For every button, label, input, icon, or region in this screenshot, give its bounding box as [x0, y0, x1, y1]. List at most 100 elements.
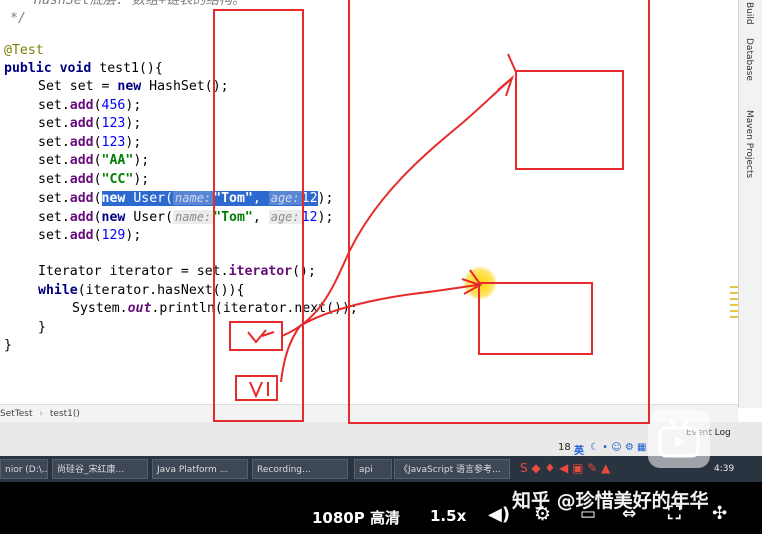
add-method: add — [69, 228, 94, 243]
keyword-public-void: public void — [4, 61, 92, 76]
fullscreen-icon[interactable]: ✣ — [712, 503, 727, 524]
keyword-new: new — [101, 210, 126, 225]
selected-text[interactable]: new User(name: "Tom", age: 12 — [101, 191, 318, 206]
param-hint-age: age: — [268, 210, 302, 224]
add-prefix: set. — [38, 228, 70, 243]
add-method: add — [69, 135, 94, 150]
value-129: 129 — [101, 228, 126, 243]
tool-maven[interactable]: Maven Projects — [744, 110, 754, 178]
tool-window-strip: Build Database Maven Projects — [738, 0, 762, 408]
keyword-while: while — [38, 283, 78, 298]
method-name: test1(){ — [91, 61, 163, 76]
comment-text: HashSet底层: 数组+链表的结构。 — [34, 0, 246, 8]
param-hint-age: age: — [268, 191, 302, 205]
task-item-6[interactable]: 《JavaScript 语言参考... — [394, 459, 510, 479]
code-line-add-user: set.add(new User(name: "Tom", age: 12); — [38, 210, 334, 225]
code-line-while: while(iterator.hasNext()){ — [38, 282, 244, 300]
task-item-4[interactable]: Recording... — [252, 459, 348, 479]
tool-build[interactable]: Build — [744, 2, 754, 25]
code-line-add-123a: set.add(123); — [38, 116, 142, 131]
add-prefix: set. — [38, 191, 70, 206]
ime-indicator[interactable]: 英 — [574, 442, 584, 457]
set-decl-text: Set set = — [38, 79, 118, 94]
code-line-add-user-selected: set.add(new User(name: "Tom", age: 12); — [38, 191, 334, 206]
value-123: 123 — [101, 135, 126, 150]
moon-icon: ☾ • ☺ ⚙ ▦ — [590, 442, 647, 453]
volume-icon[interactable]: ◀) — [488, 504, 510, 525]
add-method: add — [69, 210, 94, 225]
task-item-1[interactable]: nior (D:\... — [0, 459, 48, 479]
tray-number: 18 — [558, 442, 571, 453]
cursor-highlight — [463, 266, 497, 300]
user-ctor: User( — [125, 191, 174, 206]
add-prefix: set. — [38, 172, 70, 187]
code-line-brace-outer: } — [4, 337, 12, 355]
value-tom: "Tom" — [213, 191, 253, 206]
value-aa: "AA" — [101, 153, 134, 168]
breadcrumb: SetTest › test1() — [0, 404, 738, 423]
add-method: add — [69, 172, 94, 187]
code-editor[interactable]: HashSet底层: 数组+链表的结构。 */ @Test public voi… — [0, 0, 738, 408]
keyword-new: new — [101, 191, 126, 206]
breadcrumb-separator: › — [39, 409, 43, 419]
value-456: 456 — [101, 98, 126, 113]
breadcrumb-method[interactable]: test1() — [50, 409, 80, 419]
brace: } — [38, 320, 46, 335]
println-call: .println(iterator.next()); — [151, 301, 358, 316]
keyword-new: new — [117, 79, 142, 94]
code-line-println: System.out.println(iterator.next()); — [72, 300, 358, 318]
bilibili-logo — [648, 410, 710, 468]
add-method: add — [69, 98, 94, 113]
add-prefix: set. — [38, 116, 70, 131]
breadcrumb-class[interactable]: SetTest — [0, 409, 33, 419]
clock: 4:39 — [714, 464, 735, 474]
code-line-comment-end: */ — [10, 10, 26, 28]
scroll-markers[interactable] — [730, 286, 738, 322]
system-text: System. — [72, 301, 128, 316]
code-line-brace-inner: } — [38, 319, 46, 337]
task-item-3[interactable]: Java Platform ... — [152, 459, 248, 479]
hashset-ctor: HashSet(); — [141, 79, 229, 94]
brace: } — [4, 338, 12, 353]
add-prefix: set. — [38, 98, 70, 113]
tv-icon — [658, 419, 700, 458]
value-tom: "Tom" — [213, 210, 253, 225]
code-line-add-129: set.add(129); — [38, 228, 142, 243]
code-line-set-decl: Set set = new HashSet(); — [38, 78, 229, 96]
add-method: add — [69, 116, 94, 131]
annotation-test: @Test — [4, 43, 44, 58]
add-prefix: set. — [38, 135, 70, 150]
add-prefix: set. — [38, 210, 70, 225]
add-prefix: set. — [38, 153, 70, 168]
quality-button[interactable]: 1080P 高清 — [312, 507, 400, 528]
tool-database[interactable]: Database — [744, 38, 754, 81]
param-hint-name: name: — [173, 210, 214, 224]
user-ctor: User( — [125, 210, 174, 225]
param-hint-name: name: — [173, 191, 214, 205]
code-line-signature: public void test1(){ — [4, 60, 163, 78]
value-cc: "CC" — [101, 172, 134, 187]
iterator-end: (); — [292, 264, 316, 279]
iterator-decl: Iterator iterator = set. — [38, 264, 229, 279]
add-method: add — [69, 191, 94, 206]
speed-button[interactable]: 1.5x — [430, 507, 466, 525]
code-line-comment: HashSet底层: 数组+链表的结构。 — [34, 0, 245, 10]
code-line-iterator: Iterator iterator = set.iterator(); — [38, 263, 316, 281]
task-item-5[interactable]: api — [354, 459, 392, 479]
iterator-method: iterator — [228, 264, 293, 279]
task-item-2[interactable]: 尚硅谷_宋红康... — [52, 459, 148, 479]
add-method: add — [69, 153, 94, 168]
out-field: out — [127, 301, 152, 316]
while-cond: (iterator.hasNext()){ — [77, 283, 245, 298]
value-12: 12 — [301, 210, 318, 225]
tray-icons: S ◆ ♦ ◀ ▣ ✎ ▲ — [520, 461, 611, 475]
code-line-add-123b: set.add(123); — [38, 135, 142, 150]
code-line-add-aa: set.add("AA"); — [38, 153, 150, 168]
zhihu-watermark: 知乎 @珍惜美好的年华 — [512, 490, 709, 512]
value-123: 123 — [101, 116, 126, 131]
code-line-annotation: @Test — [4, 42, 44, 60]
value-12: 12 — [301, 191, 318, 206]
code-line-add-cc: set.add("CC"); — [38, 172, 150, 187]
code-line-add-456: set.add(456); — [38, 98, 142, 113]
comment-end: */ — [10, 11, 26, 26]
